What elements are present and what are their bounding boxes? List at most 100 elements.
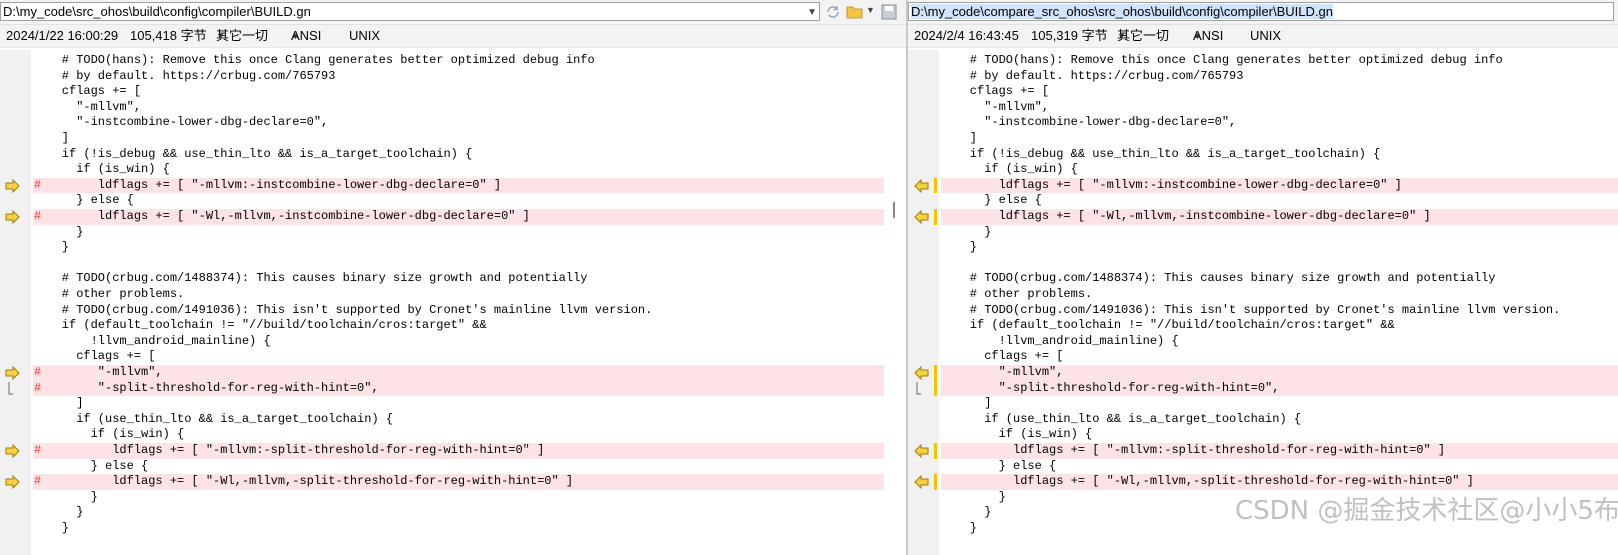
right-file-date: 2024/2/4 16:43:45 [914, 28, 1019, 43]
code-text: if (default_toolchain != "//build/toolch… [941, 318, 1395, 333]
code-text: "-split-threshold-for-reg-with-hint=0", [33, 380, 379, 395]
folder-dropdown-icon[interactable]: ▼ [866, 5, 875, 15]
diff-change-bar [934, 365, 937, 381]
diff-change-bar [934, 177, 937, 194]
code-line: if (default_toolchain != "//build/toolch… [908, 318, 1618, 334]
code-line: } else { [0, 193, 906, 209]
code-line: if (default_toolchain != "//build/toolch… [0, 318, 906, 334]
arrow-right-icon[interactable] [5, 366, 21, 380]
left-code-view[interactable]: # TODO(hans): Remove this once Clang gen… [0, 50, 906, 555]
arrow-right-icon[interactable] [5, 210, 21, 224]
code-line: # "-mllvm", [0, 365, 906, 381]
code-text: } [33, 224, 84, 239]
right-path-bar: D:\my_code\compare_src_ohos\src_ohos\bui… [908, 0, 1618, 25]
left-path-text: D:\my_code\src_ohos\build\config\compile… [3, 4, 311, 19]
code-line: if (is_win) { [908, 427, 1618, 443]
code-text: "-instcombine-lower-dbg-declare=0", [33, 115, 329, 130]
code-text: !llvm_android_mainline) { [941, 333, 1179, 348]
code-text: # by default. https://crbug.com/765793 [941, 68, 1244, 83]
code-line: if (is_win) { [0, 427, 906, 443]
code-line: "-split-threshold-for-reg-with-hint=0", [908, 380, 1618, 397]
right-line-ending[interactable]: UNIX [1250, 25, 1281, 47]
code-line: # ldflags += [ "-Wl,-mllvm,-instcombine-… [0, 209, 906, 225]
code-line: } [0, 240, 906, 256]
code-text: } else { [33, 193, 134, 208]
right-path-input[interactable]: D:\my_code\compare_src_ohos\src_ohos\bui… [908, 2, 1614, 21]
code-text: if (use_thin_lto && is_a_target_toolchai… [941, 411, 1302, 426]
save-icon[interactable] [880, 3, 898, 21]
arrow-left-icon[interactable] [913, 444, 929, 458]
code-line: ] [0, 131, 906, 147]
code-line: if (is_win) { [908, 162, 1618, 178]
code-text: if (default_toolchain != "//build/toolch… [33, 318, 487, 333]
code-line: } [0, 505, 906, 521]
code-line: cflags += [ [908, 349, 1618, 365]
code-text: ldflags += [ "-mllvm:-split-threshold-fo… [941, 443, 1446, 457]
caret-down-icon: ▼ [1117, 31, 1126, 41]
code-text: ] [33, 396, 84, 411]
code-text: } [941, 224, 992, 239]
code-text: cflags += [ [941, 349, 1064, 364]
arrow-left-icon[interactable] [913, 475, 929, 490]
caret-down-icon: ▼ [1193, 31, 1202, 41]
code-text: } else { [33, 458, 149, 473]
code-line: } else { [908, 459, 1618, 475]
left-line-ending[interactable]: UNIX [349, 25, 380, 47]
code-line: ] [0, 396, 906, 412]
code-text: } [33, 505, 84, 520]
code-text: cflags += [ [941, 84, 1050, 99]
dropdown-arrow-icon[interactable]: ▼ [807, 4, 817, 20]
code-text: # TODO(crbug.com/1491036): This isn't su… [33, 302, 653, 317]
code-line: "-mllvm", [908, 365, 1618, 381]
code-line: "-mllvm", [0, 100, 906, 116]
code-text: # TODO(crbug.com/1488374): This causes b… [33, 271, 588, 286]
code-line: } [0, 225, 906, 241]
arrow-left-icon[interactable] [913, 210, 929, 224]
arrow-right-icon[interactable] [5, 475, 21, 490]
arrow-right-icon[interactable] [5, 178, 21, 193]
code-line: # ldflags += [ "-Wl,-mllvm,-split-thresh… [0, 474, 906, 490]
right-code-view[interactable]: # TODO(hans): Remove this once Clang gen… [908, 50, 1618, 555]
code-text: # other problems. [33, 287, 185, 301]
code-line: # TODO(crbug.com/1488374): This causes b… [0, 271, 906, 287]
left-path-input[interactable]: D:\my_code\src_ohos\build\config\compile… [0, 2, 820, 21]
code-text: if (!is_debug && use_thin_lto && is_a_ta… [33, 146, 473, 161]
right-status-bar: 2024/2/4 16:43:45 105,319 字节 其它一切 ▼ ANSI… [908, 25, 1618, 48]
diff-change-bar [934, 443, 937, 459]
code-line: } [0, 490, 906, 506]
code-text: ldflags += [ "-mllvm:-instcombine-lower-… [941, 177, 1402, 192]
code-line: } [908, 240, 1618, 256]
right-file-size: 105,319 字节 [1031, 28, 1108, 43]
code-text: } else { [941, 458, 1057, 473]
code-line: if (is_win) { [0, 162, 906, 178]
code-line: # other problems. [908, 287, 1618, 303]
open-folder-icon[interactable] [846, 3, 864, 21]
code-text: } [941, 240, 978, 255]
code-text: if (is_win) { [33, 427, 185, 442]
code-text: ldflags += [ "-Wl,-mllvm,-instcombine-lo… [33, 209, 530, 223]
diff-change-bar [934, 474, 937, 490]
code-line: ldflags += [ "-Wl,-mllvm,-instcombine-lo… [908, 209, 1618, 225]
code-line: } [0, 521, 906, 537]
right-file-pane: D:\my_code\compare_src_ohos\src_ohos\bui… [908, 0, 1618, 555]
left-file-pane: D:\my_code\src_ohos\build\config\compile… [0, 0, 906, 555]
watermark: CSDN @掘金技术社区@小小5布丽 [1235, 496, 1618, 526]
code-text: # TODO(hans): Remove this once Clang gen… [941, 53, 1503, 67]
arrow-left-icon[interactable] [913, 178, 929, 193]
code-line: !llvm_android_mainline) { [908, 334, 1618, 350]
code-line: ldflags += [ "-mllvm:-split-threshold-fo… [908, 443, 1618, 459]
arrow-left-icon[interactable] [913, 366, 929, 380]
code-line: # by default. https://crbug.com/765793 [908, 69, 1618, 85]
code-text: ] [941, 131, 978, 145]
code-line: if (!is_debug && use_thin_lto && is_a_ta… [908, 147, 1618, 163]
code-text: # TODO(crbug.com/1491036): This isn't su… [941, 302, 1561, 317]
refresh-icon[interactable] [824, 3, 842, 21]
code-text: ] [941, 396, 992, 411]
left-scroll-thumb[interactable] [893, 202, 895, 218]
code-text: ldflags += [ "-mllvm:-split-threshold-fo… [33, 443, 545, 457]
code-line: # ldflags += [ "-mllvm:-split-threshold-… [0, 443, 906, 459]
continuation-icon [8, 381, 13, 395]
arrow-right-icon[interactable] [5, 444, 21, 458]
code-line: # TODO(crbug.com/1491036): This isn't su… [908, 303, 1618, 319]
